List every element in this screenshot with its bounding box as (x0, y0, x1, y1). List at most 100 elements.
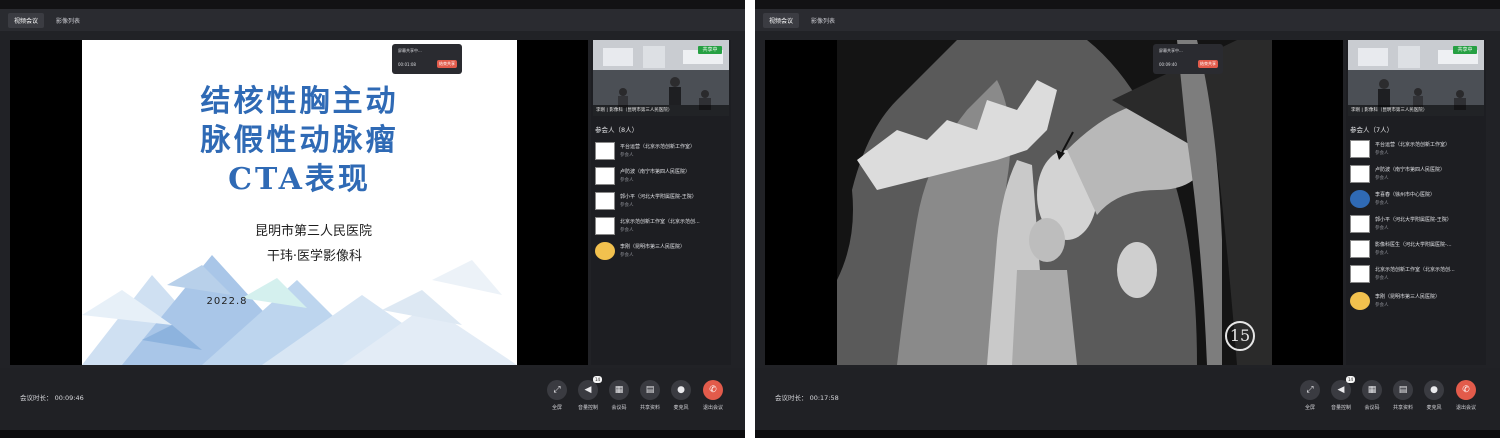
participant-item[interactable]: 李喜春（徐州市中心医院） 参会人 (1350, 190, 1484, 212)
presentation-slide: 结核性胸主动 脉假性动脉瘤 CTA表现 昆明市第三人民医院 干玮·医学影像科 2… (82, 40, 517, 365)
microphone-button[interactable]: ● 麦克风 (1417, 380, 1451, 424)
microphone-button[interactable]: ● 麦克风 (664, 380, 698, 424)
microphone-label: 麦克风 (673, 405, 689, 411)
share-status-popup: 屏幕共享中... 00:09:40 结束共享 (1153, 44, 1223, 74)
meeting-code-button[interactable]: ▦ 会议码 (602, 380, 636, 424)
meeting-code-label: 会议码 (611, 405, 627, 411)
meeting-duration: 会议时长： 00:17:58 (775, 392, 839, 402)
participant-item[interactable]: 平台运营（北京示范创新工作室） 参会人 (1350, 140, 1484, 162)
participant-name: 影像科医生（河北大学附属医院-... (1375, 242, 1452, 248)
participant-item[interactable]: 李刚（昆明市第三人民医院） 参会人 (595, 242, 729, 264)
share-status-title: 屏幕共享中... (1159, 48, 1183, 53)
avatar (1350, 215, 1370, 233)
participant-item[interactable]: 郭小平（河北大学附属医院-王院） 参会人 (595, 192, 729, 214)
sharing-badge: 共享中 (1453, 46, 1477, 54)
volume-button[interactable]: ◀ 14 音量控制 (571, 376, 605, 424)
share-timer: 00:09:40 (1159, 62, 1177, 67)
participant-name: 郭小平（河北大学附属医院-王院） (1375, 217, 1452, 223)
slide-hospital: 昆明市第三人民医院 (254, 224, 372, 239)
participant-item[interactable]: 影像科医生（河北大学附属医院-... 参会人 (1350, 240, 1484, 262)
tab-video-meeting[interactable]: 视频会议 (8, 12, 45, 28)
control-bar: 会议时长： 00:09:46 ⤢ 全屏 ◀ 14 音量控制 ▦ 会议码 ▤ 共享… (0, 368, 745, 430)
ct-image-number: 15 (1225, 321, 1255, 351)
participant-item[interactable]: 卢防波（南宁市第四人民医院） 参会人 (1350, 165, 1484, 187)
share-timer: 00:01:08 (398, 62, 416, 67)
volume-button[interactable]: ◀ 14 音量控制 (1324, 376, 1358, 424)
participant-role: 参会人 (620, 178, 634, 183)
participant-role: 参会人 (620, 153, 634, 158)
stop-share-button[interactable]: 结束共享 (437, 60, 457, 68)
tab-video-meeting[interactable]: 视频会议 (763, 12, 800, 28)
slide-date: 2022.8 (206, 296, 248, 307)
participant-name: 卢防波（南宁市第四人民医院） (1375, 167, 1446, 173)
tab-bar: 视频会议 影像列表 (0, 9, 745, 31)
avatar (595, 217, 615, 235)
participant-item[interactable]: 卢防波（南宁市第四人民医院） 参会人 (595, 167, 729, 189)
participant-name: 李刚（昆明市第三人民医院） (620, 244, 686, 250)
participant-role: 参会人 (620, 228, 634, 233)
duration-value: 00:17:58 (809, 394, 839, 402)
participant-item[interactable]: 北京示范创新工作室（北京示范创... 参会人 (1350, 265, 1484, 287)
avatar (595, 167, 615, 185)
participant-role: 参会人 (1375, 251, 1389, 256)
participant-name: 李刚（昆明市第三人民医院） (1375, 294, 1441, 300)
screen-divider (745, 0, 755, 438)
slide-title-line-3: CTA表现 (228, 162, 371, 197)
leave-meeting-button[interactable]: ✆ 退出会议 (696, 380, 730, 424)
participant-name: 郭小平（河北大学附属医院-王院） (620, 194, 697, 200)
sharing-badge: 共享中 (698, 46, 722, 54)
avatar (1350, 140, 1370, 158)
participant-item[interactable]: 李刚（昆明市第三人民医院） 参会人 (1350, 292, 1484, 314)
ct-scan-image: 15 (837, 40, 1272, 365)
share-docs-button[interactable]: ▤ 共享资料 (1386, 380, 1420, 424)
participants-title: 参会人（7人） (1350, 126, 1394, 134)
participant-name: 平台运营（北京示范创新工作室） (1375, 142, 1451, 148)
share-status-title: 屏幕共享中... (398, 48, 422, 53)
bear-avatar-icon (595, 242, 615, 260)
leave-meeting-label: 退出会议 (702, 405, 723, 411)
stop-share-button[interactable]: 结束共享 (1198, 60, 1218, 68)
share-docs-label: 共享资料 (639, 405, 660, 411)
participant-role: 参会人 (1375, 303, 1389, 308)
participant-role: 参会人 (620, 253, 634, 258)
participant-item[interactable]: 平台运营（北京示范创新工作室） 参会人 (595, 142, 729, 164)
fullscreen-button[interactable]: ⤢ 全屏 (1293, 380, 1327, 424)
participant-name: 李喜春（徐州市中心医院） (1375, 192, 1436, 198)
volume-label: 音量控制 (577, 405, 598, 411)
tab-image-list[interactable]: 影像列表 (805, 13, 841, 28)
tab-image-list[interactable]: 影像列表 (50, 13, 86, 28)
participant-item[interactable]: 郭小平（河北大学附属医院-王院） 参会人 (1350, 215, 1484, 237)
top-bar (0, 0, 745, 9)
speaker-video[interactable]: 共享中 李刚 | 影像科（昆明市第三人民医院） (593, 40, 729, 116)
speaker-name: 李刚 | 影像科（昆明市第三人民医院） (1348, 105, 1484, 116)
bear-avatar-icon (1350, 292, 1370, 310)
ct-scan-graphic (837, 40, 1272, 365)
speaker-video[interactable]: 共享中 李刚 | 影像科（昆明市第三人民医院） (1348, 40, 1484, 116)
avatar (1350, 165, 1370, 183)
volume-badge: 14 (593, 376, 602, 383)
top-bar (755, 0, 1500, 9)
document-icon: ▤ (1393, 380, 1413, 400)
document-icon: ▤ (640, 380, 660, 400)
participant-role: 参会人 (620, 203, 634, 208)
participant-name: 北京示范创新工作室（北京示范创... (1375, 267, 1455, 273)
participant-name: 北京示范创新工作室（北京示范创... (620, 219, 700, 225)
avatar (1350, 265, 1370, 283)
sidebar: 共享中 李刚 | 影像科（昆明市第三人民医院） 参会人（8人） 平台运营（北京示… (591, 40, 731, 365)
share-docs-label: 共享资料 (1392, 405, 1413, 411)
sidebar: 共享中 李刚 | 影像科（昆明市第三人民医院） 参会人（7人） 平台运营（北京示… (1346, 40, 1486, 365)
leave-meeting-button[interactable]: ✆ 退出会议 (1449, 380, 1483, 424)
meeting-code-button[interactable]: ▦ 会议码 (1355, 380, 1389, 424)
share-docs-button[interactable]: ▤ 共享资料 (633, 380, 667, 424)
microphone-label: 麦克风 (1426, 405, 1442, 411)
tab-bar: 视频会议 影像列表 (755, 9, 1500, 31)
participant-item[interactable]: 北京示范创新工作室（北京示范创... 参会人 (595, 217, 729, 239)
meeting-code-label: 会议码 (1364, 405, 1380, 411)
control-bar: 会议时长： 00:17:58 ⤢ 全屏 ◀ 14 音量控制 ▦ 会议码 ▤ 共享… (755, 368, 1500, 430)
fullscreen-icon: ⤢ (1300, 380, 1320, 400)
participant-role: 参会人 (1375, 201, 1389, 206)
fullscreen-icon: ⤢ (547, 380, 567, 400)
speaker-icon: ◀ (578, 380, 598, 400)
participant-role: 参会人 (1375, 151, 1389, 156)
fullscreen-button[interactable]: ⤢ 全屏 (540, 380, 574, 424)
